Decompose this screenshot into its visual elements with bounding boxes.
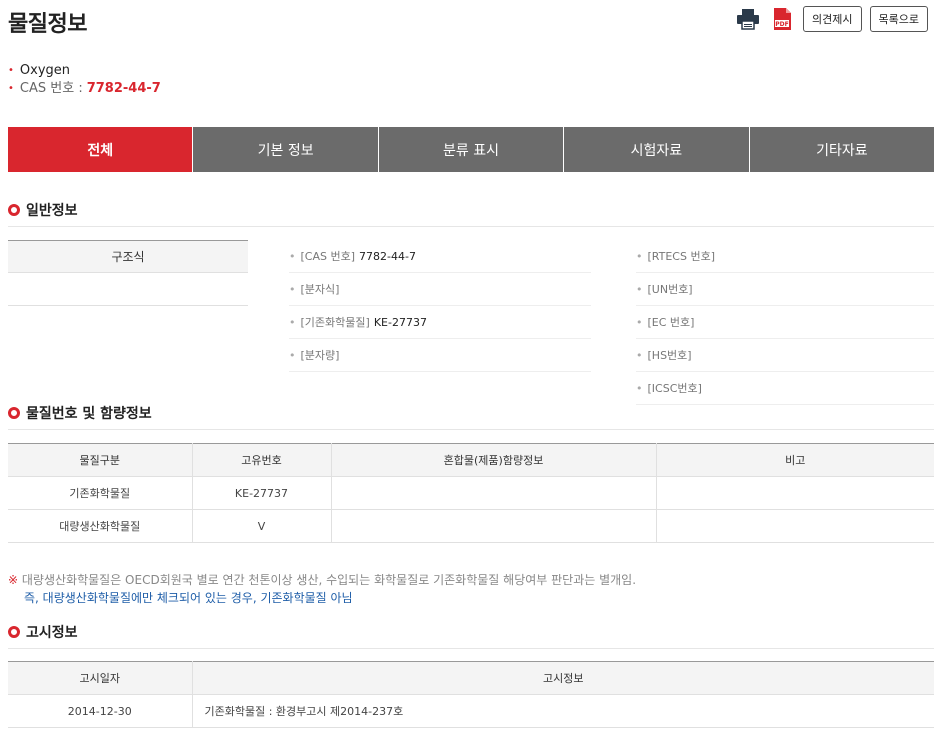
info-item-existing-chemical: • [기존화학물질] KE-27737 (289, 306, 591, 339)
section-bullet-icon (8, 626, 20, 638)
section-title: 고시정보 (26, 625, 78, 641)
col-header: 비고 (656, 443, 934, 477)
bullet-icon: • (8, 65, 14, 76)
substance-name: Oxygen (19, 63, 71, 78)
tab-bar: 전체 기본 정보 분류 표시 시험자료 기타자료 (8, 127, 935, 172)
table-row: 대량생산화학물질 V (8, 509, 934, 543)
section-bullet-icon (8, 407, 20, 419)
section-title: 물질번호 및 함량정보 (26, 406, 152, 422)
substance-summary: • Oxygen • CAS 번호 : 7782-44-7 (8, 62, 161, 98)
info-item-un: • [UN번호] (636, 273, 934, 306)
note: ※ 대량생산화학물질은 OECD회원국 별로 연간 천톤이상 생산, 수입되는 … (8, 571, 636, 607)
section-title: 일반정보 (26, 203, 78, 219)
col-header: 고유번호 (192, 443, 332, 477)
svg-text:PDF: PDF (775, 21, 788, 28)
notice-table: 고시일자 고시정보 2014-12-30 기존화학물질 : 환경부고시 제201… (8, 661, 934, 728)
table-cell (656, 476, 934, 510)
col-header: 물질구분 (8, 443, 193, 477)
table-cell: V (192, 509, 332, 543)
structure-image-area (8, 273, 248, 306)
info-item-hs: • [HS번호] (636, 339, 934, 372)
info-item-ec: • [EC 번호] (636, 306, 934, 339)
table-cell (656, 509, 934, 543)
tab-test-data[interactable]: 시험자료 (564, 127, 750, 172)
col-header: 고시정보 (192, 661, 934, 695)
structure-label: 구조식 (8, 240, 248, 273)
info-item-icsc: • [ICSC번호] (636, 372, 934, 405)
cas-label: CAS 번호 : (19, 81, 83, 96)
opinion-button[interactable]: 의견제시 (803, 6, 862, 32)
divider (8, 648, 934, 649)
page-title: 물질정보 (8, 12, 87, 37)
structure-box: 구조식 (8, 240, 248, 306)
section-bullet-icon (8, 204, 20, 216)
table-cell: 대량생산화학물질 (8, 509, 193, 543)
content-info-heading: 물질번호 및 함량정보 (8, 403, 152, 423)
notice-info-heading: 고시정보 (8, 622, 78, 642)
info-item-molecular-weight: • [분자량] (289, 339, 591, 372)
table-cell: KE-27737 (192, 476, 332, 510)
cas-value: 7782-44-7 (86, 81, 161, 96)
table-cell: 2014-12-30 (8, 694, 193, 728)
table-cell (331, 476, 657, 510)
info-item-rtecs: • [RTECS 번호] (636, 240, 934, 273)
tab-basic-info[interactable]: 기본 정보 (193, 127, 379, 172)
general-info-heading: 일반정보 (8, 200, 78, 220)
tab-classification[interactable]: 분류 표시 (378, 127, 565, 172)
table-cell (331, 509, 657, 543)
col-header: 혼합물(제품)함량정보 (331, 443, 657, 477)
note-line-2: 즉, 대량생산화학물질에만 체크되어 있는 경우, 기존화학물질 아님 (24, 591, 353, 605)
note-line-1: ※ 대량생산화학물질은 OECD회원국 별로 연간 천톤이상 생산, 수입되는 … (8, 573, 637, 587)
note-mark: ※ (8, 573, 19, 587)
tab-other-data[interactable]: 기타자료 (749, 127, 935, 172)
table-header-row: 고시일자 고시정보 (8, 661, 934, 695)
table-row: 기존화학물질 KE-27737 (8, 476, 934, 510)
pdf-icon[interactable]: PDF (769, 6, 795, 32)
back-to-list-button[interactable]: 목록으로 (869, 6, 928, 32)
bullet-icon: • (8, 83, 14, 94)
tab-all[interactable]: 전체 (8, 127, 194, 172)
table-cell: 기존화학물질 : 환경부고시 제2014-237호 (192, 694, 934, 728)
general-info-right: • [RTECS 번호] • [UN번호] • [EC 번호] • [HS번호] • [I… (636, 240, 934, 405)
divider (8, 429, 934, 430)
divider (8, 226, 934, 227)
table-header-row: 물질구분 고유번호 혼합물(제품)함량정보 비고 (8, 443, 934, 477)
table-row: 2014-12-30 기존화학물질 : 환경부고시 제2014-237호 (8, 694, 934, 728)
col-header: 고시일자 (8, 661, 193, 695)
info-item-cas: • [CAS 번호] 7782-44-7 (289, 240, 591, 273)
general-info-left: • [CAS 번호] 7782-44-7 • [분자식] • [기존화학물질] KE-27… (289, 240, 591, 372)
toolbar: PDF 의견제시 목록으로 (735, 6, 928, 32)
printer-icon[interactable] (735, 6, 761, 32)
content-table: 물질구분 고유번호 혼합물(제품)함량정보 비고 기존화학물질 KE-27737… (8, 443, 934, 543)
info-item-formula: • [분자식] (289, 273, 591, 306)
table-cell: 기존화학물질 (8, 476, 193, 510)
